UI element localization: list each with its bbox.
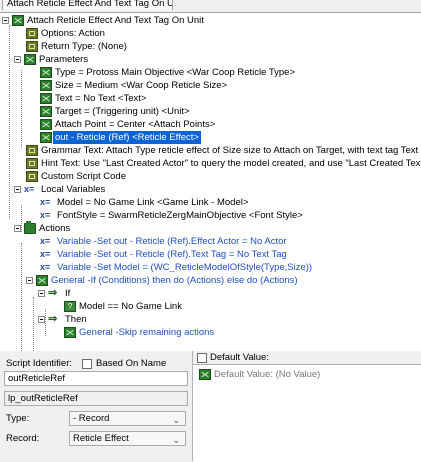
variable-icon: [40, 236, 54, 247]
tree-hint-text[interactable]: Hint Text: Use "Last Created Actor" to q…: [26, 157, 421, 170]
parameter-item[interactable]: Attach Point = Center <Attach Points>: [40, 118, 215, 131]
local-variable-item[interactable]: Model = No Game Link <Game Link - Model>: [40, 196, 248, 209]
script-identifier-panel: Script Identifier: Based On Name outReti…: [0, 351, 193, 461]
then-action-item[interactable]: General -Skip remaining actions: [64, 326, 214, 339]
collapse-toggle[interactable]: [26, 277, 33, 284]
skip-actions-icon: [64, 327, 76, 338]
tree-actions[interactable]: Actions: [14, 221, 70, 235]
collapse-toggle[interactable]: [14, 56, 21, 63]
based-on-name-checkbox[interactable]: [82, 359, 92, 369]
local-variable-item[interactable]: FontStyle = SwarmReticleZergMainObjectiv…: [40, 209, 303, 222]
type-select[interactable]: - Record ⌄: [69, 411, 186, 426]
tree-parameters[interactable]: Parameters: [14, 53, 88, 66]
if-then-else-icon: [36, 275, 48, 286]
chevron-down-icon: ⌄: [172, 415, 180, 425]
tree-root[interactable]: Attach Reticle Effect And Text Tag On Un…: [2, 14, 204, 27]
script-identifier-label: Script Identifier:: [6, 358, 72, 369]
record-label: Record:: [6, 433, 40, 444]
collapse-toggle[interactable]: [2, 17, 9, 24]
default-value-item[interactable]: Default Value: (No Value): [199, 368, 320, 381]
action-if-then-else[interactable]: General -If (Conditions) then do (Action…: [26, 274, 298, 287]
parameter-icon: [40, 67, 52, 78]
script-icon: [26, 171, 38, 182]
default-value-tree[interactable]: Default Value: (No Value): [193, 364, 421, 462]
condition-item[interactable]: Model == No Game Link: [64, 300, 182, 313]
tab-bar: Attach Reticle Effect And Text Tag On Un…: [0, 0, 421, 12]
options-icon: [26, 28, 38, 39]
action-item[interactable]: Variable -Set Model = (WC_ReticleModelOf…: [40, 261, 312, 274]
folder-icon: [24, 221, 36, 234]
action-item[interactable]: Variable -Set out - Reticle (Ref).Effect…: [40, 235, 287, 248]
tree-grammar-text[interactable]: Grammar Text: Attach Type reticle effect…: [26, 144, 418, 157]
parameter-item[interactable]: Target = (Triggering unit) <Unit>: [40, 105, 190, 118]
variable-icon: [40, 210, 54, 221]
action-item[interactable]: Variable -Set out - Reticle (Ref).Text T…: [40, 248, 287, 261]
tree-guide: [9, 25, 10, 219]
variable-icon: [40, 197, 54, 208]
grammar-icon: [26, 145, 38, 156]
default-value-label: Default Value:: [210, 352, 269, 363]
parameter-item[interactable]: Text = No Text <Text>: [40, 92, 146, 105]
tab-function[interactable]: Attach Reticle Effect And Text Tag On Un…: [2, 0, 173, 10]
trigger-tree[interactable]: Attach Reticle Effect And Text Tag On Un…: [0, 12, 421, 352]
script-name-field: lp_outReticleRef: [4, 391, 188, 406]
variable-icon: [40, 262, 54, 273]
tree-options[interactable]: Options: Action: [26, 27, 105, 40]
arrow-icon: [48, 288, 62, 299]
tree-guide: [33, 297, 34, 351]
tree-guide: [21, 243, 22, 351]
variable-icon: [24, 184, 38, 195]
parameter-item[interactable]: Type = Protoss Main Objective <War Coop …: [40, 66, 295, 79]
based-on-name-label: Based On Name: [96, 358, 167, 369]
return-type-icon: [26, 41, 38, 52]
condition-icon: [64, 301, 76, 312]
chevron-down-icon: ⌄: [172, 435, 180, 445]
parameter-item[interactable]: Size = Medium <War Coop Reticle Size>: [40, 79, 227, 92]
default-value-icon: [199, 369, 211, 380]
collapse-toggle[interactable]: [14, 225, 21, 232]
parameter-item-selected[interactable]: out - Reticle (Ref) <Reticle Effect>: [40, 131, 201, 144]
hint-icon: [26, 158, 38, 169]
script-identifier-input[interactable]: outReticleRef: [4, 371, 188, 386]
collapse-toggle[interactable]: [38, 316, 45, 323]
tree-guide: [21, 70, 22, 149]
function-icon: [12, 15, 24, 26]
parameter-icon: [40, 119, 52, 130]
parameters-icon: [24, 54, 36, 65]
if-node[interactable]: If: [38, 287, 70, 300]
parameter-icon: [40, 106, 52, 117]
parameter-icon: [40, 80, 52, 91]
default-value-checkbox[interactable]: [197, 353, 207, 363]
arrow-icon: [48, 314, 62, 325]
parameter-icon: [40, 93, 52, 104]
record-select-value: Reticle Effect: [73, 433, 129, 444]
tree-custom-script[interactable]: Custom Script Code: [26, 170, 126, 183]
default-value-panel: Default Value: Default Value: (No Value): [193, 351, 421, 462]
record-select[interactable]: Reticle Effect ⌄: [69, 431, 186, 446]
collapse-toggle[interactable]: [14, 186, 21, 193]
collapse-toggle[interactable]: [38, 290, 45, 297]
tree-local-variables[interactable]: Local Variables: [14, 183, 105, 196]
tree-return-type[interactable]: Return Type: (None): [26, 40, 127, 53]
type-select-value: - Record: [73, 413, 110, 424]
type-label: Type:: [6, 413, 30, 424]
variable-icon: [40, 249, 54, 260]
parameter-icon: [40, 132, 52, 143]
then-node[interactable]: Then: [38, 313, 87, 326]
